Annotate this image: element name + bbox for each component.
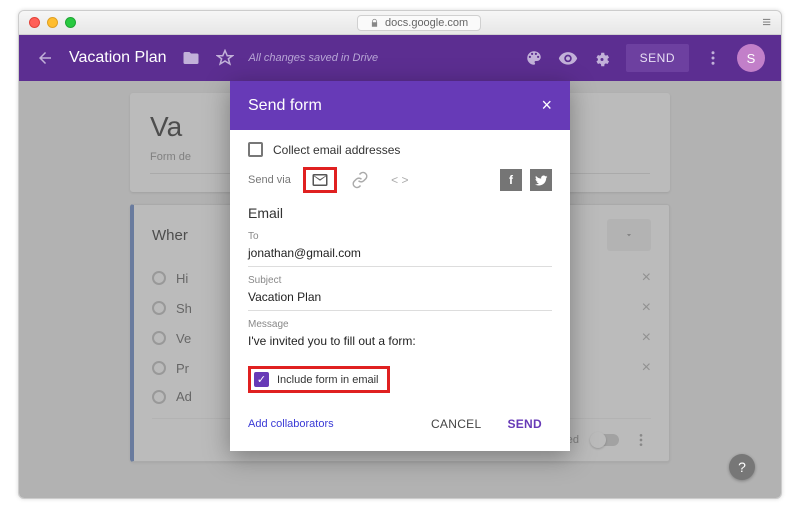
address-url: docs.google.com (385, 17, 468, 29)
mail-icon (311, 171, 329, 189)
preview-icon[interactable] (558, 48, 578, 68)
account-avatar[interactable]: S (737, 44, 765, 72)
include-form-row[interactable]: ✓ Include form in email (248, 366, 390, 393)
help-fab[interactable]: ? (729, 454, 755, 480)
cancel-button[interactable]: CANCEL (421, 411, 491, 437)
dialog-send-button[interactable]: SEND (497, 411, 552, 437)
checkbox-checked-icon[interactable]: ✓ (254, 372, 269, 387)
send-via-email-tab[interactable] (303, 167, 337, 193)
embed-icon: < > (391, 173, 408, 187)
collect-emails-row[interactable]: Collect email addresses (248, 142, 552, 157)
send-form-dialog: Send form × Collect email addresses Send… (230, 81, 570, 451)
message-label: Message (248, 319, 552, 330)
to-label: To (248, 231, 552, 242)
save-status: All changes saved in Drive (249, 52, 379, 64)
close-icon[interactable]: × (541, 95, 552, 116)
dialog-footer: Add collaborators CANCEL SEND (248, 411, 552, 437)
collect-emails-label: Collect email addresses (273, 143, 400, 157)
dialog-title: Send form (248, 97, 322, 115)
send-button[interactable]: SEND (626, 44, 689, 72)
window-close-dot[interactable] (29, 17, 40, 28)
palette-icon[interactable] (524, 48, 544, 68)
facebook-share-button[interactable]: f (500, 169, 522, 191)
folder-icon[interactable] (181, 48, 201, 68)
subject-field[interactable]: Vacation Plan (248, 286, 552, 311)
send-via-row: Send via < > f (248, 167, 552, 193)
lock-icon (370, 18, 379, 28)
email-section-heading: Email (248, 205, 552, 221)
dialog-header: Send form × (230, 81, 570, 130)
form-title[interactable]: Vacation Plan (69, 49, 167, 67)
gear-icon[interactable] (592, 48, 612, 68)
more-vert-icon[interactable] (703, 48, 723, 68)
back-arrow-icon[interactable] (35, 48, 55, 68)
send-via-label: Send via (248, 174, 291, 186)
add-collaborators-link[interactable]: Add collaborators (248, 418, 334, 430)
star-icon[interactable] (215, 48, 235, 68)
to-field[interactable]: jonathan@gmail.com (248, 242, 552, 267)
browser-menu-icon[interactable]: ≡ (762, 14, 771, 31)
address-bar[interactable]: docs.google.com (357, 15, 481, 31)
checkbox-icon[interactable] (248, 142, 263, 157)
mac-titlebar: docs.google.com ≡ (19, 11, 781, 35)
forms-toolbar: Vacation Plan All changes saved in Drive… (19, 35, 781, 81)
window-minimize-dot[interactable] (47, 17, 58, 28)
twitter-share-button[interactable] (530, 169, 552, 191)
include-form-label: Include form in email (277, 374, 379, 386)
send-via-link-tab[interactable] (343, 167, 377, 193)
window-zoom-dot[interactable] (65, 17, 76, 28)
link-icon (351, 171, 369, 189)
subject-label: Subject (248, 275, 552, 286)
twitter-icon (535, 174, 548, 187)
send-via-embed-tab[interactable]: < > (383, 167, 417, 193)
message-field[interactable]: I've invited you to fill out a form: (248, 330, 552, 354)
